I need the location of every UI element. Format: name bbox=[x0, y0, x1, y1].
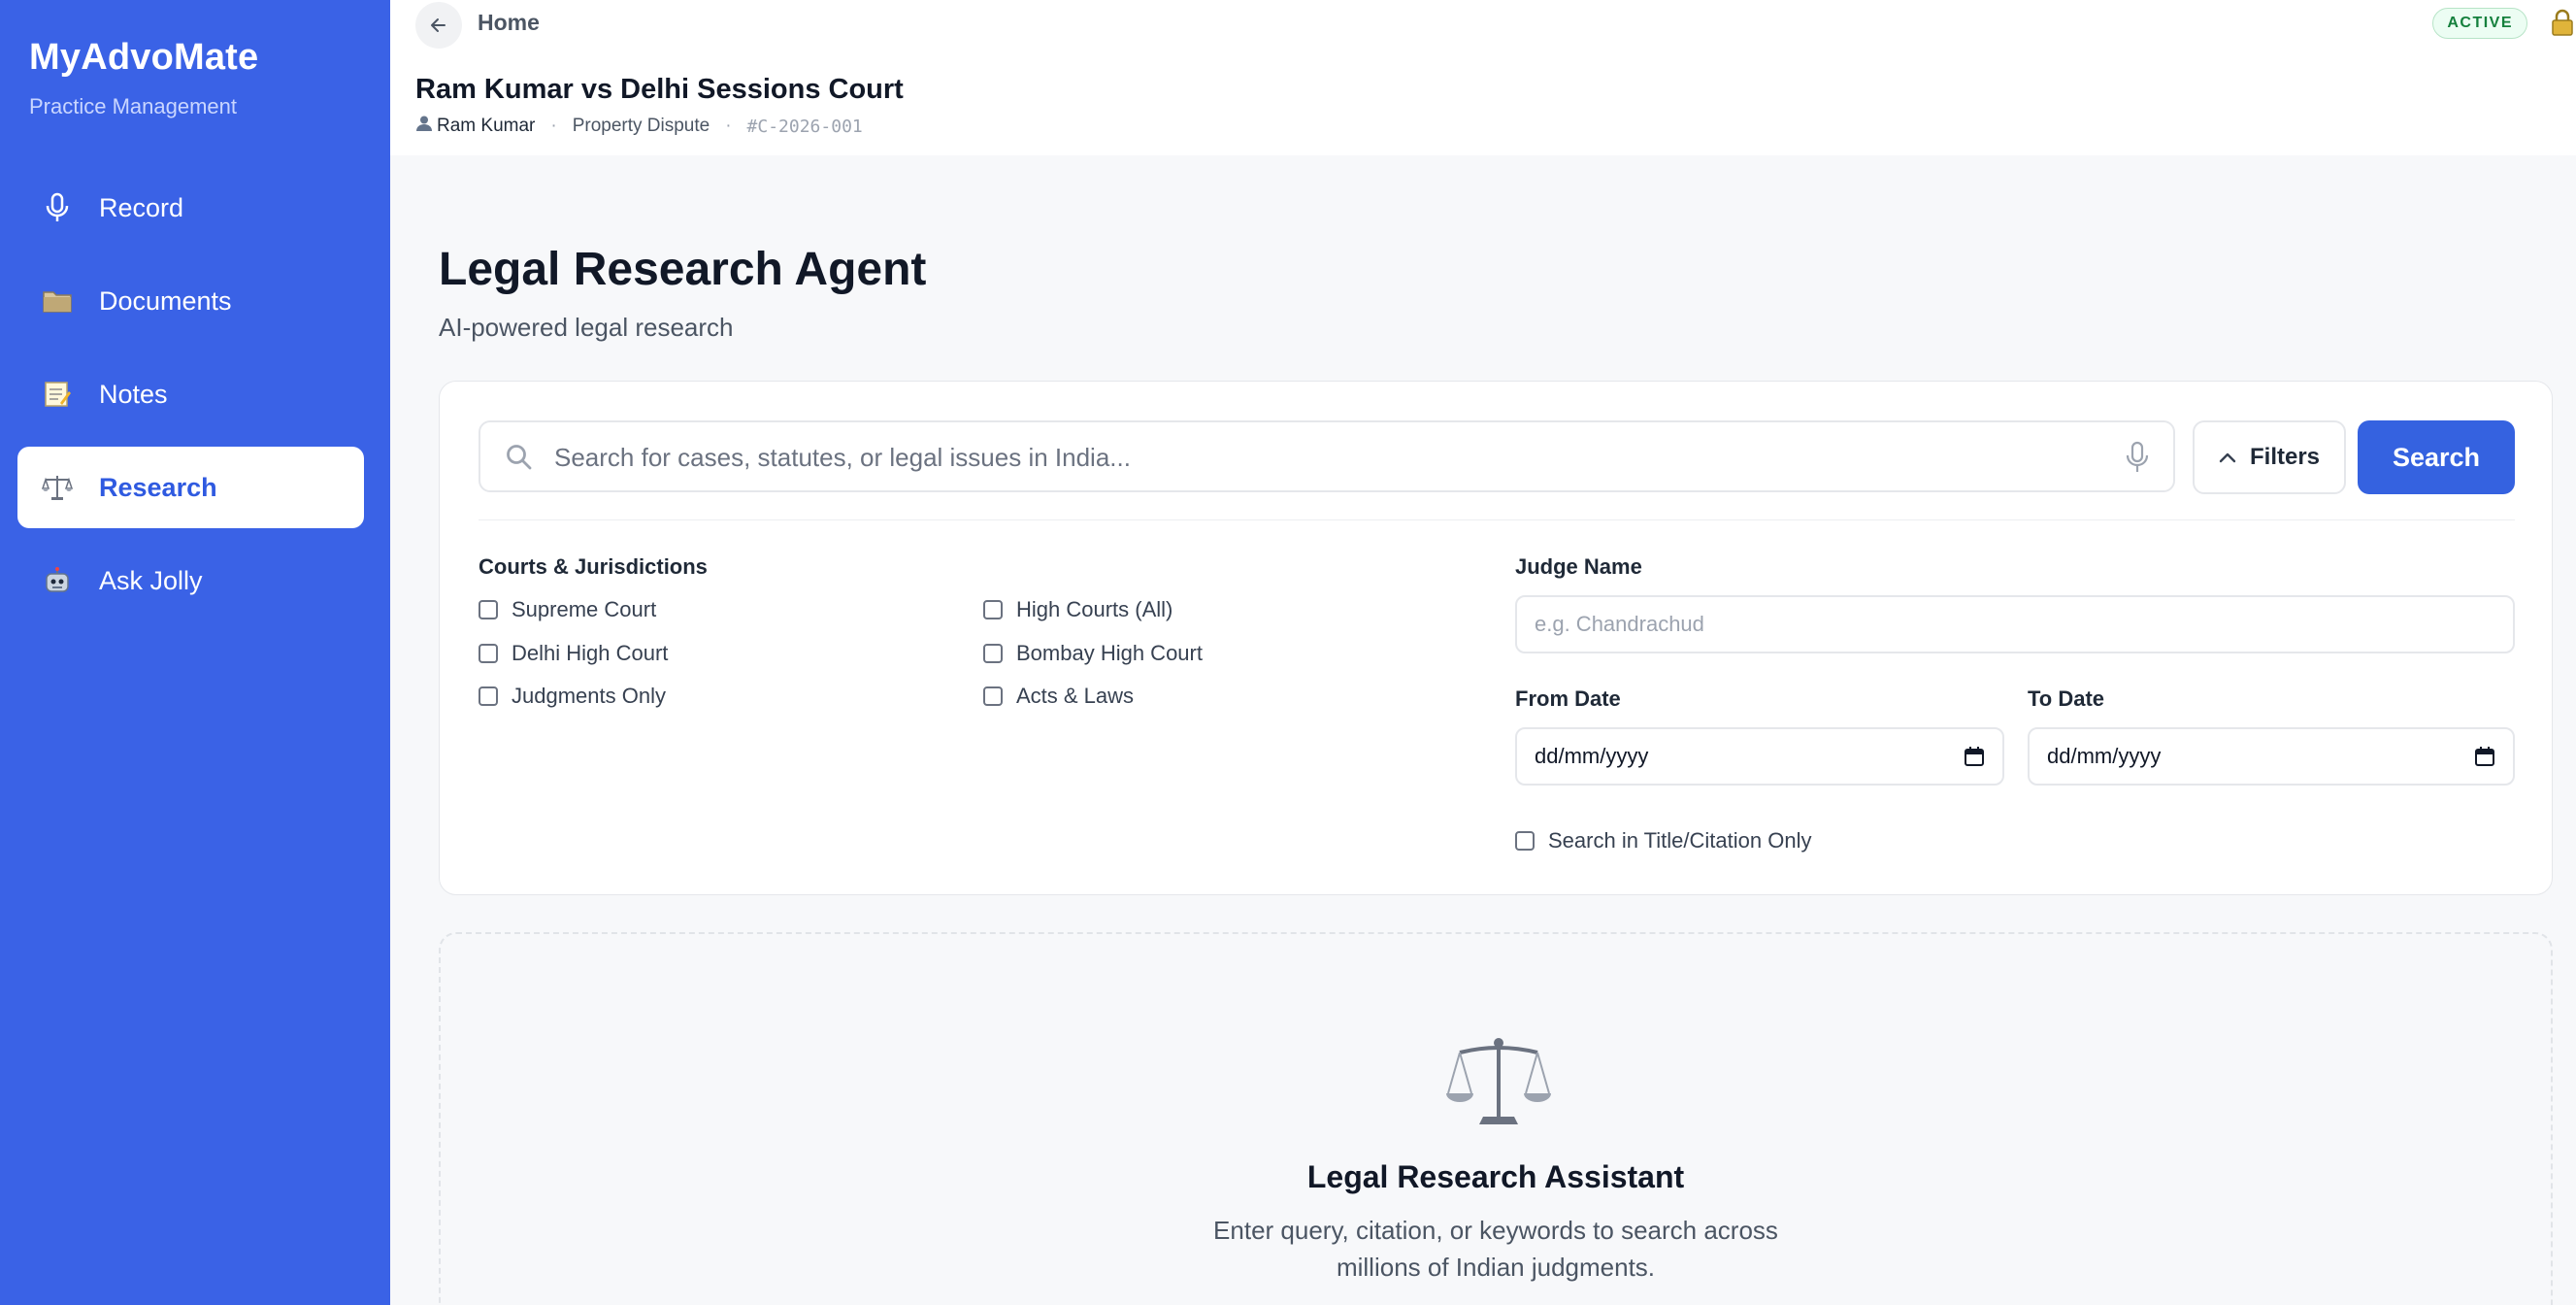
case-meta: Ram Kumar · Property Dispute · #C-2026-0… bbox=[415, 115, 863, 138]
from-date-value: dd/mm/yyyy bbox=[1535, 744, 1649, 768]
search-button[interactable]: Search bbox=[2358, 420, 2515, 494]
checkbox-label: Delhi High Court bbox=[512, 641, 669, 665]
checkbox-label: Bombay High Court bbox=[1016, 641, 1203, 665]
checkbox[interactable] bbox=[983, 600, 1003, 619]
checkbox-delhi-high-court[interactable]: Delhi High Court bbox=[479, 641, 668, 666]
to-date-value: dd/mm/yyyy bbox=[2047, 744, 2162, 768]
page-subtitle: AI-powered legal research bbox=[439, 313, 734, 342]
empty-state-description: Enter query, citation, or keywords to se… bbox=[441, 1212, 2551, 1286]
checkbox[interactable] bbox=[983, 686, 1003, 706]
memo-icon bbox=[41, 378, 74, 411]
checkbox-label: Supreme Court bbox=[512, 597, 657, 621]
arrow-left-icon bbox=[431, 18, 446, 32]
to-date-field[interactable]: dd/mm/yyyy bbox=[2028, 727, 2515, 786]
checkbox-supreme-court[interactable]: Supreme Court bbox=[479, 597, 656, 622]
sidebar-item-record[interactable]: Record bbox=[17, 167, 364, 249]
brand-name: MyAdvoMate bbox=[29, 37, 259, 78]
case-type: Property Dispute bbox=[572, 116, 710, 136]
page-title: Legal Research Agent bbox=[439, 244, 927, 295]
divider bbox=[479, 519, 2515, 520]
robot-icon bbox=[41, 564, 74, 597]
client-name: Ram Kumar bbox=[437, 116, 536, 136]
sidebar-item-label: Research bbox=[99, 472, 217, 502]
sidebar-item-ask-jolly[interactable]: Ask Jolly bbox=[17, 540, 364, 621]
filters-button[interactable]: Filters bbox=[2193, 420, 2346, 494]
checkbox-high-courts-all[interactable]: High Courts (All) bbox=[983, 597, 1172, 622]
microphone-icon bbox=[41, 191, 74, 224]
from-date-field[interactable]: dd/mm/yyyy bbox=[1515, 727, 2004, 786]
brand-subtitle: Practice Management bbox=[29, 94, 237, 118]
checkbox[interactable] bbox=[983, 644, 1003, 663]
search-icon bbox=[507, 445, 532, 470]
checkbox-acts-laws[interactable]: Acts & Laws bbox=[983, 684, 1134, 709]
folder-icon bbox=[41, 284, 74, 318]
case-title: Ram Kumar vs Delhi Sessions Court bbox=[415, 74, 904, 105]
microphone-icon[interactable] bbox=[2123, 440, 2152, 475]
sidebar-item-label: Notes bbox=[99, 379, 168, 409]
from-date-label: From Date bbox=[1515, 686, 1621, 711]
search-card: Filters Search Courts & Jurisdictions Su… bbox=[439, 381, 2553, 895]
checkbox-label: High Courts (All) bbox=[1016, 597, 1173, 621]
checkbox-judgments-only[interactable]: Judgments Only bbox=[479, 684, 666, 709]
lock-icon[interactable] bbox=[2549, 8, 2576, 39]
sidebar-item-label: Record bbox=[99, 192, 184, 222]
empty-state: Legal Research Assistant Enter query, ci… bbox=[439, 932, 2553, 1305]
checkbox[interactable] bbox=[479, 600, 498, 619]
sidebar-item-notes[interactable]: Notes bbox=[17, 353, 364, 435]
sidebar-item-research[interactable]: Research bbox=[17, 447, 364, 528]
chevron-up-icon bbox=[2219, 452, 2236, 463]
case-number: #C-2026-001 bbox=[746, 116, 863, 137]
courts-label: Courts & Jurisdictions bbox=[479, 554, 708, 579]
empty-state-desc-line: Enter query, citation, or keywords to se… bbox=[1213, 1216, 1778, 1245]
judge-name-input[interactable] bbox=[1535, 612, 2513, 637]
person-icon bbox=[415, 115, 433, 138]
meta-separator: · bbox=[725, 116, 732, 136]
checkbox-label: Judgments Only bbox=[512, 684, 666, 708]
sidebar-nav: Record Documents Notes Research Ask Joll… bbox=[17, 167, 364, 633]
filters-label: Filters bbox=[2249, 444, 2321, 470]
meta-separator: · bbox=[550, 116, 557, 136]
judge-name-field[interactable] bbox=[1515, 595, 2515, 653]
checkbox[interactable] bbox=[479, 686, 498, 706]
checkbox-label: Search in Title/Citation Only bbox=[1548, 828, 1812, 853]
search-box[interactable] bbox=[479, 420, 2175, 492]
breadcrumb[interactable]: Home bbox=[478, 10, 540, 36]
judge-name-label: Judge Name bbox=[1515, 554, 1642, 579]
checkbox-bombay-high-court[interactable]: Bombay High Court bbox=[983, 641, 1203, 666]
search-input[interactable] bbox=[554, 436, 2088, 479]
scales-icon bbox=[41, 471, 74, 504]
back-button[interactable] bbox=[415, 2, 462, 49]
scales-icon bbox=[1446, 1038, 1551, 1124]
calendar-icon[interactable] bbox=[1964, 746, 1985, 767]
sidebar: MyAdvoMate Practice Management Record Do… bbox=[0, 0, 390, 1305]
to-date-label: To Date bbox=[2028, 686, 2105, 711]
calendar-icon[interactable] bbox=[2474, 746, 2495, 767]
sidebar-item-documents[interactable]: Documents bbox=[17, 260, 364, 342]
status-badge: ACTIVE bbox=[2432, 8, 2527, 39]
checkbox[interactable] bbox=[1515, 831, 1535, 851]
empty-state-title: Legal Research Assistant bbox=[1306, 1159, 1685, 1194]
sidebar-item-label: Documents bbox=[99, 285, 232, 316]
empty-state-desc-line: millions of Indian judgments. bbox=[1336, 1253, 1656, 1282]
app-root: MyAdvoMate Practice Management Record Do… bbox=[0, 0, 2576, 1305]
sidebar-item-label: Ask Jolly bbox=[99, 565, 203, 595]
checkbox[interactable] bbox=[479, 644, 498, 663]
checkbox-title-citation-only[interactable]: Search in Title/Citation Only bbox=[1515, 828, 1811, 853]
case-header: Home Ram Kumar vs Delhi Sessions Court R… bbox=[390, 0, 2576, 155]
checkbox-label: Acts & Laws bbox=[1016, 684, 1135, 708]
